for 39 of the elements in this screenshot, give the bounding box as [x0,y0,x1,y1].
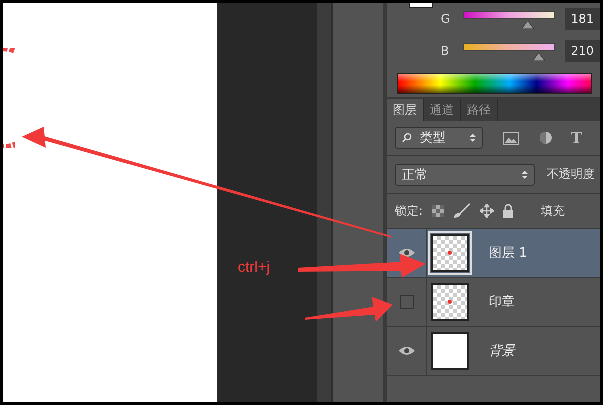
slider-thumb[interactable] [522,21,534,29]
eye-icon[interactable] [398,346,414,356]
type-filter-button[interactable]: T [571,129,582,147]
channel-label: G [441,12,452,26]
search-icon [402,133,412,143]
stepper-icon [470,133,476,143]
stepper-icon [522,170,528,180]
channel-value-field[interactable]: 210 [565,40,600,62]
opacity-label: 不透明度 [547,166,595,183]
brush-icon[interactable] [453,203,472,219]
filter-value: 类型 [420,130,447,147]
channel-value-field[interactable]: 181 [565,8,600,30]
lock-label: 锁定: [395,202,424,220]
lock-icon[interactable] [503,204,514,218]
slider-thumb[interactable] [532,53,545,61]
layer-name: 图层 1 [489,245,528,262]
layer-thumbnail [431,234,469,272]
blend-mode-value: 正常 [402,166,429,184]
panel-tab[interactable]: 路径 [461,99,498,121]
image-icon[interactable] [503,132,519,144]
layer-row[interactable]: 图层 1 [387,229,600,278]
panel-tab[interactable]: 图层 [387,99,424,121]
circle-icon[interactable] [539,131,553,145]
color-spectrum[interactable] [397,73,592,94]
fill-label: 填充 [541,202,566,220]
filter-dropdown[interactable]: 类型 [395,127,483,149]
checker-icon[interactable] [432,205,444,217]
blend-mode-dropdown[interactable]: 正常 [395,164,535,186]
annotation-label: ctrl+j [238,259,270,276]
layer-thumbnail [431,332,469,370]
layer-thumbnail [431,283,469,321]
layer-name: 背景 [489,343,515,360]
visibility-checkbox[interactable] [400,295,414,309]
move-icon[interactable] [480,204,494,218]
panel-tab[interactable]: 通道 [424,99,461,121]
layer-row[interactable]: 印章 [387,278,600,327]
channel-label: B [441,44,450,58]
layer-name: 印章 [489,294,515,311]
layer-row[interactable]: 背景 [387,327,600,376]
